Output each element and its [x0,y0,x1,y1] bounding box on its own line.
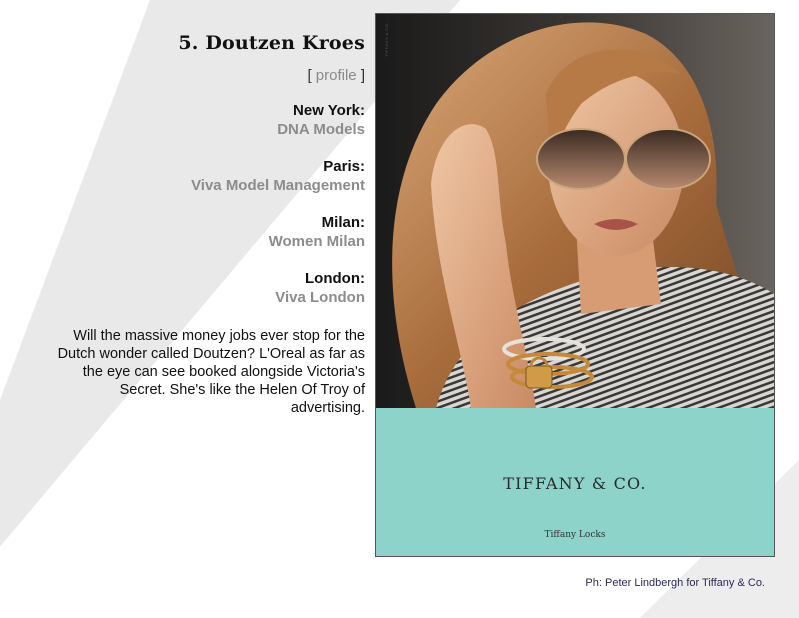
ad-brand-band: TIFFANY & CO. Tiffany Locks [376,408,774,556]
model-title: 5. Doutzen Kroes [178,32,365,54]
model-info-column: 5. Doutzen Kroes [ profile ] New York: D… [40,32,365,417]
profile-line: [ profile ] [40,67,365,84]
agency-city: Paris: [323,158,365,175]
agency-name: Women Milan [268,233,365,250]
bracket-open: [ [307,67,316,84]
ad-photo: TIFFANY & CO. TIFFANY & CO. Tiffany Lock… [375,13,775,557]
agency-city: Milan: [321,214,365,231]
agency-milan: Milan: Women Milan [40,213,365,251]
bracket-close: ] [356,67,365,84]
brand-logo: TIFFANY & CO. [503,474,647,493]
agency-london: London: Viva London [40,269,365,307]
model-photo [376,14,774,408]
agency-paris: Paris: Viva Model Management [40,157,365,195]
ad-tagline: Tiffany Locks [544,530,606,540]
ad-fine-print: TIFFANY & CO. [384,22,389,57]
profile-link[interactable]: profile [316,67,357,84]
agency-name: Viva London [275,289,365,306]
agency-name: DNA Models [277,121,365,138]
model-description: Will the massive money jobs ever stop fo… [57,328,365,416]
agency-city: London: [305,270,365,287]
agency-city: New York: [293,102,365,119]
agency-name: Viva Model Management [191,177,365,194]
agency-new-york: New York: DNA Models [40,101,365,139]
photo-credit: Ph: Peter Lindbergh for Tiffany & Co. [585,577,765,589]
